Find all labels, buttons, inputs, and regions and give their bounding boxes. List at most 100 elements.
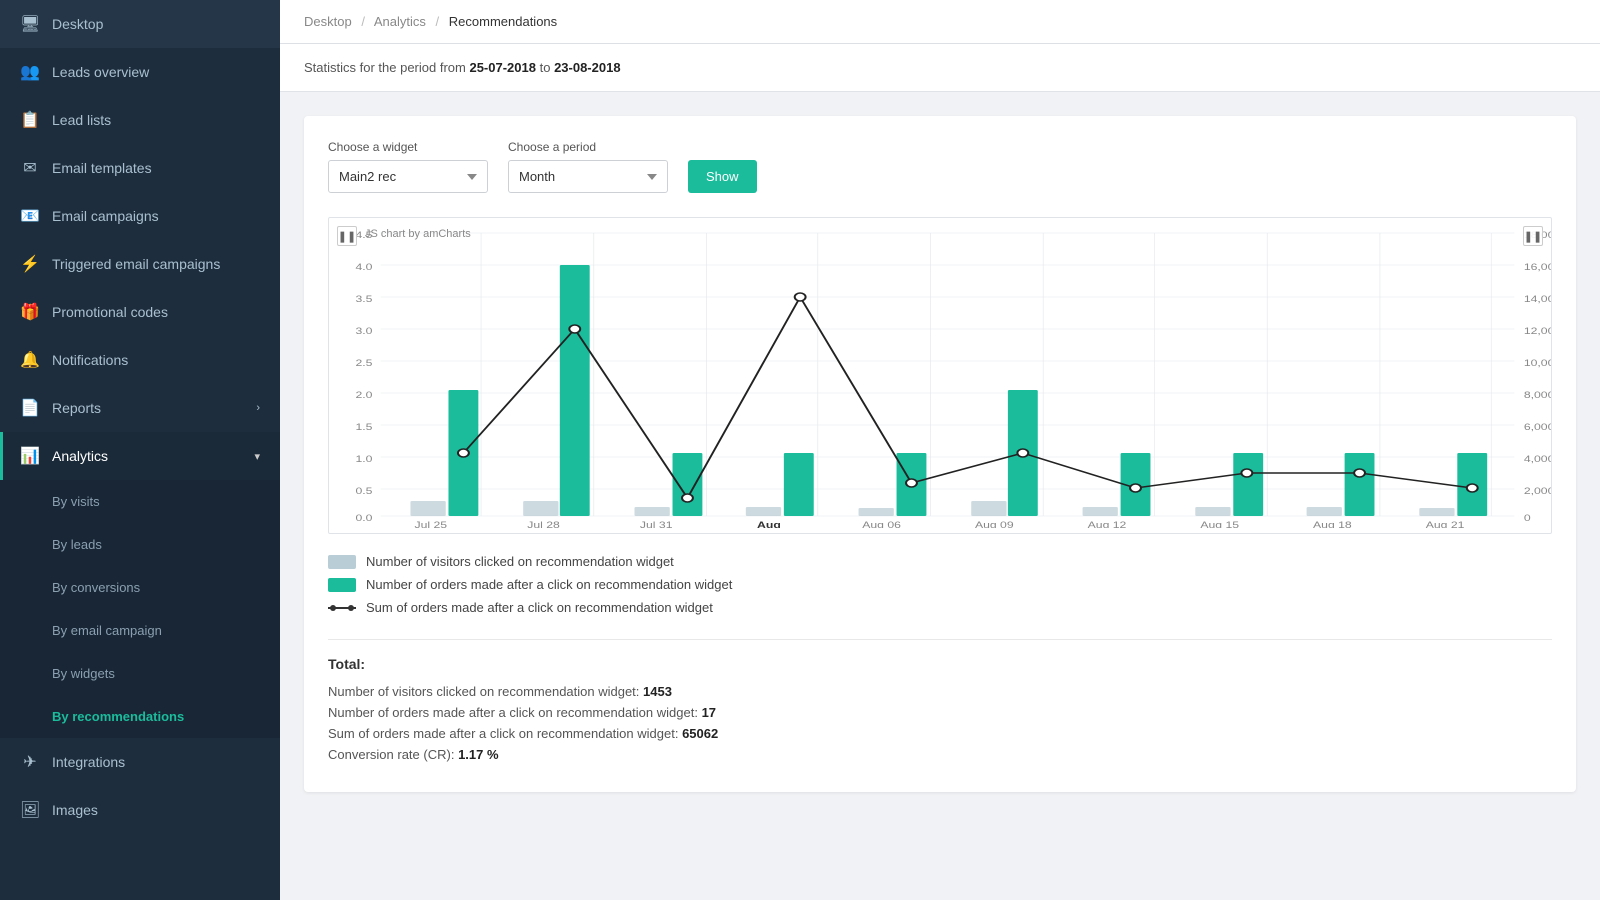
widget-selector-group: Choose a widget Main2 rec [328,140,488,193]
sidebar-item-by-visits[interactable]: By visits [0,480,280,523]
svg-text:Aug 21: Aug 21 [1426,520,1465,528]
legend-sum-line [328,607,356,609]
reports-chevron-icon: › [256,402,260,414]
chart-svg: .grid-line { stroke: #e5e8ec; stroke-wid… [329,218,1551,528]
svg-text:2,000: 2,000 [1524,486,1551,496]
svg-text:6,000: 6,000 [1524,422,1551,432]
show-button[interactable]: Show [688,160,757,193]
totals-section: Total: Number of visitors clicked on rec… [328,656,1552,762]
svg-text:Aug 12: Aug 12 [1088,520,1127,528]
period-select[interactable]: Month [508,160,668,193]
chart-expand-button[interactable]: ❚❚ [1523,226,1543,246]
sidebar-item-desktop[interactable]: 🖥 Desktop [0,0,280,48]
legend-orders: Number of orders made after a click on r… [328,577,1552,592]
chart-watermark: JS chart by amCharts [365,228,471,240]
main-content: Desktop / Analytics / Recommendations St… [280,0,1600,900]
images-icon: 🖼 [20,800,40,820]
filter-form: Choose a widget Main2 rec Choose a perio… [328,140,1552,193]
totals-visitors: Number of visitors clicked on recommenda… [328,684,1552,699]
svg-text:Aug 09: Aug 09 [975,520,1014,528]
sidebar-item-lead-lists[interactable]: 📋 Lead lists [0,96,280,144]
breadcrumb-desktop[interactable]: Desktop [304,14,352,29]
email-templates-icon: ✉ [20,158,40,178]
svg-text:10,000: 10,000 [1524,358,1551,368]
svg-text:14,000: 14,000 [1524,294,1551,304]
sidebar-item-by-conversions[interactable]: By conversions [0,566,280,609]
content-area: Choose a widget Main2 rec Choose a perio… [280,92,1600,900]
legend-orders-box [328,578,356,592]
period-selector-group: Choose a period Month [508,140,668,193]
svg-text:1.5: 1.5 [355,422,372,432]
totals-sum-value: 65062 [682,726,718,741]
sidebar-item-promotional-codes[interactable]: 🎁 Promotional codes [0,288,280,336]
breadcrumb: Desktop / Analytics / Recommendations [304,14,557,29]
totals-sum: Sum of orders made after a click on reco… [328,726,1552,741]
svg-text:1.0: 1.0 [355,454,372,464]
svg-text:Aug 18: Aug 18 [1313,520,1352,528]
widget-select[interactable]: Main2 rec [328,160,488,193]
svg-text:16,000: 16,000 [1524,262,1551,272]
legend-sum: Sum of orders made after a click on reco… [328,600,1552,615]
widget-label: Choose a widget [328,140,488,154]
svg-text:2.5: 2.5 [355,358,372,368]
breadcrumb-analytics[interactable]: Analytics [374,14,426,29]
sidebar-item-by-recommendations[interactable]: By recommendations [0,695,280,738]
sidebar-item-by-email-campaign[interactable]: By email campaign [0,609,280,652]
reports-icon: 📄 [20,398,40,418]
sidebar-item-leads-overview[interactable]: 👥 Leads overview [0,48,280,96]
notifications-icon: 🔔 [20,350,40,370]
totals-orders-value: 17 [702,705,716,720]
breadcrumb-current: Recommendations [449,14,557,29]
sidebar-item-reports[interactable]: 📄 Reports › [0,384,280,432]
svg-text:Jul 31: Jul 31 [640,520,673,528]
legend-visitors-box [328,555,356,569]
analytics-icon: 📊 [20,446,40,466]
chart-controls-left: ❚❚ [337,226,357,246]
analytics-submenu: By visits By leads By conversions By ema… [0,480,280,738]
sidebar-item-analytics[interactable]: 📊 Analytics ▾ [0,432,280,480]
email-campaigns-icon: 📧 [20,206,40,226]
svg-text:Jul 25: Jul 25 [415,520,448,528]
svg-text:12,000: 12,000 [1524,326,1551,336]
desktop-icon: 🖥 [20,14,40,34]
svg-text:0.5: 0.5 [355,486,372,496]
svg-text:Aug 15: Aug 15 [1200,520,1239,528]
period-label: Choose a period [508,140,668,154]
main-card: Choose a widget Main2 rec Choose a perio… [304,116,1576,792]
svg-text:0.0: 0.0 [355,513,372,523]
chart-pause-button[interactable]: ❚❚ [337,226,357,246]
lead-lists-icon: 📋 [20,110,40,130]
svg-text:3.5: 3.5 [355,294,372,304]
totals-heading: Total: [328,656,1552,672]
sidebar-item-by-leads[interactable]: By leads [0,523,280,566]
sidebar-item-triggered-email-campaigns[interactable]: ⚡ Triggered email campaigns [0,240,280,288]
svg-text:2.0: 2.0 [355,390,372,400]
svg-text:Jul 28: Jul 28 [527,520,560,528]
svg-text:8,000: 8,000 [1524,390,1551,400]
svg-text:Aug 06: Aug 06 [862,520,901,528]
sidebar-item-images[interactable]: 🖼 Images [0,786,280,834]
svg-text:Aug: Aug [757,520,781,528]
date-from: 25-07-2018 [469,60,536,75]
sidebar-item-by-widgets[interactable]: By widgets [0,652,280,695]
topbar: Desktop / Analytics / Recommendations [280,0,1600,44]
date-to: 23-08-2018 [554,60,621,75]
sidebar-item-email-campaigns[interactable]: 📧 Email campaigns [0,192,280,240]
sidebar: 🖥 Desktop 👥 Leads overview 📋 Lead lists … [0,0,280,900]
sidebar-item-notifications[interactable]: 🔔 Notifications [0,336,280,384]
sidebar-item-email-templates[interactable]: ✉ Email templates [0,144,280,192]
totals-orders: Number of orders made after a click on r… [328,705,1552,720]
legend-visitors: Number of visitors clicked on recommenda… [328,554,1552,569]
analytics-chevron-icon: ▾ [254,450,260,463]
totals-cr: Conversion rate (CR): 1.17 % [328,747,1552,762]
chart-legend: Number of visitors clicked on recommenda… [328,554,1552,615]
svg-text:0: 0 [1524,513,1531,523]
totals-visitors-value: 1453 [643,684,672,699]
chart-container: ❚❚ JS chart by amCharts ❚❚ .grid-line { … [328,217,1552,534]
integrations-icon: ✈ [20,752,40,772]
leads-overview-icon: 👥 [20,62,40,82]
svg-text:4,000: 4,000 [1524,454,1551,464]
triggered-icon: ⚡ [20,254,40,274]
svg-text:3.0: 3.0 [355,326,372,336]
sidebar-item-integrations[interactable]: ✈ Integrations [0,738,280,786]
